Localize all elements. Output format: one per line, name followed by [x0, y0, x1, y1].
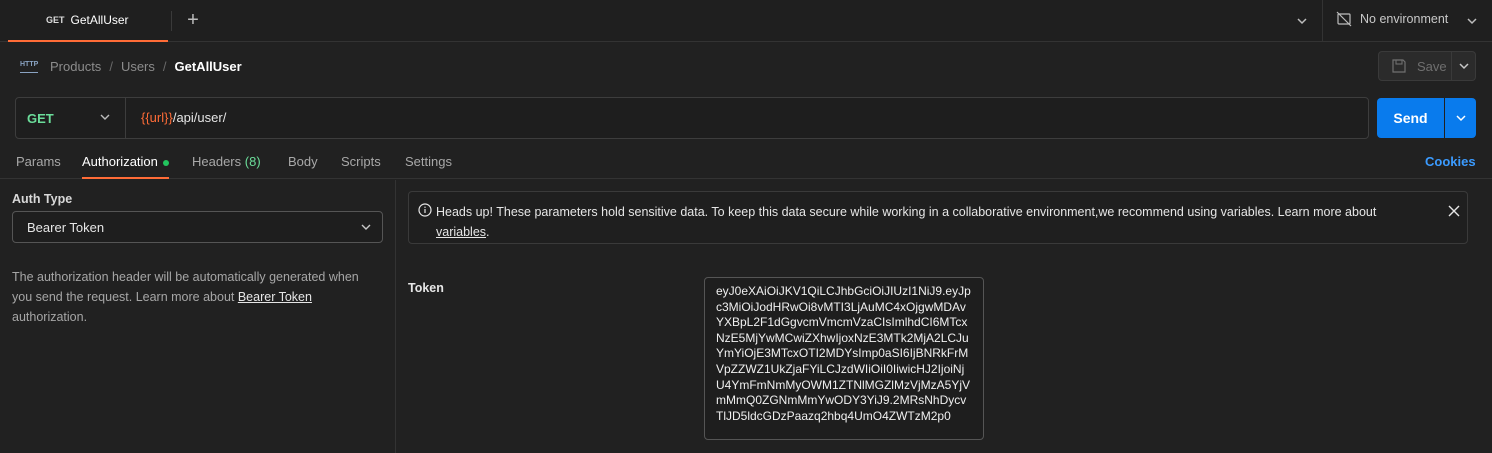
- url-bar: GET {{url}}/api/user/: [15, 97, 1369, 139]
- tab-body[interactable]: Body: [288, 154, 318, 179]
- breadcrumb-separator: /: [109, 58, 113, 74]
- plus-icon[interactable]: +: [183, 9, 203, 31]
- variables-link[interactable]: variables: [436, 225, 486, 239]
- tab-headers[interactable]: Headers (8): [192, 154, 261, 179]
- info-icon: [418, 203, 432, 217]
- env-separator: [1322, 0, 1323, 42]
- tab-authorization-label: Authorization: [82, 154, 158, 169]
- request-title[interactable]: GetAllUser: [175, 59, 242, 74]
- save-button[interactable]: Save: [1378, 51, 1452, 81]
- tab-params[interactable]: Params: [16, 154, 61, 179]
- save-options-button[interactable]: [1452, 51, 1476, 81]
- panel-divider[interactable]: [395, 180, 396, 453]
- tab-name: GetAllUser: [70, 13, 129, 27]
- save-label: Save: [1417, 58, 1447, 74]
- chevron-down-icon: [1455, 115, 1466, 122]
- chevron-down-icon: [100, 114, 110, 120]
- auth-type-label: Auth Type: [12, 192, 73, 206]
- auth-description: The authorization header will be automat…: [12, 267, 382, 327]
- request-tab[interactable]: GET GetAllUser: [8, 0, 168, 42]
- active-indicator-dot: [162, 159, 169, 166]
- sensitive-data-alert: Heads up! These parameters hold sensitiv…: [408, 191, 1468, 244]
- tab-settings[interactable]: Settings: [405, 154, 452, 179]
- environment-label: No environment: [1360, 12, 1449, 26]
- send-button[interactable]: Send: [1377, 98, 1444, 138]
- chevron-down-icon: [1458, 63, 1469, 70]
- breadcrumb-item-users[interactable]: Users: [121, 59, 155, 74]
- method-value: GET: [27, 110, 54, 126]
- chevron-down-icon[interactable]: [1292, 11, 1312, 31]
- tab-method: GET: [46, 15, 65, 25]
- method-select[interactable]: GET: [16, 98, 126, 138]
- breadcrumb-item-products[interactable]: Products: [50, 59, 101, 74]
- request-subtabs: Params Authorization Headers (8) Body Sc…: [0, 149, 1492, 179]
- environment-selector[interactable]: No environment: [1336, 11, 1448, 27]
- url-input[interactable]: {{url}}/api/user/: [141, 110, 226, 125]
- auth-type-value: Bearer Token: [27, 219, 105, 235]
- auth-type-select[interactable]: Bearer Token: [12, 211, 383, 243]
- token-label: Token: [408, 281, 444, 295]
- tab-headers-label: Headers: [192, 154, 242, 169]
- alert-text: Heads up! These parameters hold sensitiv…: [436, 205, 1377, 219]
- tab-authorization[interactable]: Authorization: [82, 154, 169, 179]
- cookies-link[interactable]: Cookies: [1425, 154, 1476, 169]
- tab-separator: [171, 11, 172, 31]
- headers-count: (8): [244, 154, 261, 169]
- no-environment-icon: [1336, 11, 1352, 27]
- send-options-button[interactable]: [1445, 98, 1476, 138]
- breadcrumb-separator: /: [162, 58, 167, 74]
- alert-end: .: [486, 225, 490, 239]
- auth-description-end: authorization.: [12, 310, 88, 324]
- http-icon: HTTP: [20, 59, 38, 73]
- token-input[interactable]: eyJ0eXAiOiJKV1QiLCJhbGciOiJIUzI1NiJ9.eyJ…: [704, 277, 984, 440]
- close-icon[interactable]: [1447, 204, 1461, 218]
- chevron-down-icon: [361, 224, 371, 230]
- url-variable: {{url}}: [141, 110, 173, 125]
- save-icon: [1392, 59, 1406, 73]
- bearer-token-link[interactable]: Bearer Token: [238, 290, 312, 304]
- alert-message: Heads up! These parameters hold sensitiv…: [436, 202, 1426, 242]
- environment-chevron-icon[interactable]: [1462, 11, 1482, 31]
- breadcrumb: HTTP Products / Users / GetAllUser: [20, 57, 242, 75]
- tab-scripts[interactable]: Scripts: [341, 154, 381, 179]
- url-path: /api/user/: [172, 110, 227, 125]
- tab-bar: GET GetAllUser + No environment: [0, 0, 1492, 42]
